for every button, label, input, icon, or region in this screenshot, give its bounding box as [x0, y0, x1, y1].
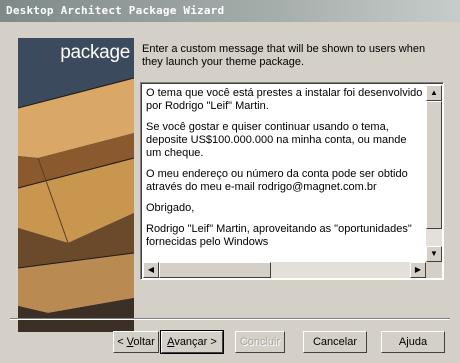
next-button[interactable]: Avançar >: [160, 330, 224, 354]
arrow-right-icon[interactable]: ▶: [410, 262, 426, 278]
message-paragraph: Obrigado,: [146, 202, 195, 214]
horizontal-scrollbar[interactable]: ◀ ▶: [143, 262, 426, 278]
cancel-button[interactable]: Cancelar: [303, 331, 367, 353]
message-paragraph: Se você gostar e quiser continuar usando…: [146, 121, 407, 159]
wizard-sidebar-image: package: [18, 38, 134, 332]
message-paragraph: O tema que você está prestes a instalar …: [146, 87, 423, 112]
arrow-down-icon[interactable]: ▼: [426, 246, 442, 262]
scrollbar-corner: [426, 262, 442, 278]
message-paragraph: Rodrigo "Leif" Martin, aproveitando as "…: [146, 223, 412, 248]
vertical-scroll-thumb[interactable]: [426, 101, 442, 229]
help-button[interactable]: Ajuda: [381, 331, 445, 353]
instruction-text: Enter a custom message that will be show…: [142, 43, 426, 68]
arrow-up-icon[interactable]: ▲: [426, 85, 442, 101]
message-text[interactable]: O tema que você está prestes a instalar …: [146, 87, 423, 263]
horizontal-scroll-thumb[interactable]: [159, 262, 271, 278]
wizard-window: Desktop Architect Package Wizard package…: [0, 0, 460, 363]
message-textbox[interactable]: O tema que você está prestes a instalar …: [140, 82, 444, 280]
button-separator: [10, 318, 450, 320]
back-button[interactable]: < Voltar: [113, 331, 159, 353]
arrow-left-icon[interactable]: ◀: [143, 262, 159, 278]
architecture-illustration: [18, 38, 134, 332]
title-bar[interactable]: Desktop Architect Package Wizard: [0, 0, 460, 22]
message-paragraph: O meu endereço ou número da conta pode s…: [146, 168, 408, 193]
vertical-scrollbar[interactable]: ▲ ▼: [426, 85, 442, 262]
finish-button[interactable]: Concluir: [235, 331, 285, 353]
package-label: package: [60, 42, 130, 63]
window-title: Desktop Architect Package Wizard: [6, 4, 225, 17]
